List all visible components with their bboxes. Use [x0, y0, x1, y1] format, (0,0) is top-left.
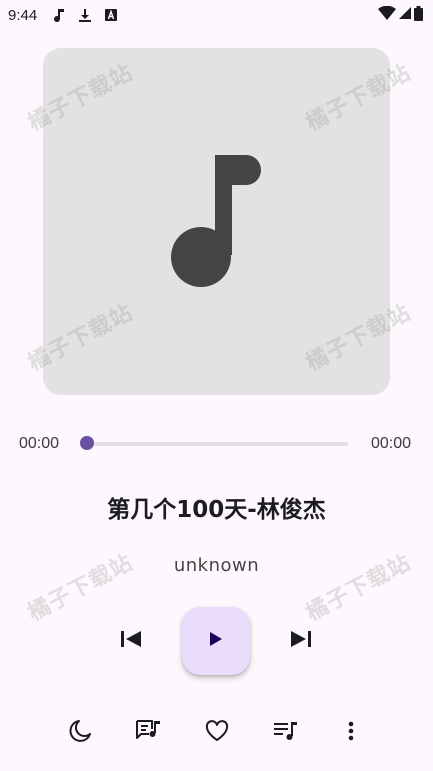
song-title: 第几个100天-林俊杰 — [107, 497, 326, 523]
download-icon — [77, 7, 93, 23]
total-time: 00:00 — [371, 435, 412, 452]
status-bar: 9:44 — [0, 0, 433, 30]
status-time: 9:44 — [8, 6, 38, 24]
signal-icon — [398, 6, 412, 24]
more-options-button[interactable] — [336, 718, 366, 748]
next-button[interactable] — [286, 626, 316, 656]
album-art — [43, 48, 390, 395]
music-note-icon — [170, 153, 263, 291]
playlist-icon — [272, 720, 298, 746]
current-time: 00:00 — [19, 435, 60, 452]
seek-bar[interactable] — [86, 442, 348, 446]
battery-icon — [414, 5, 423, 25]
progress-row: 00:00 00:00 — [0, 430, 433, 458]
seek-thumb[interactable] — [80, 436, 94, 450]
more-options-icon — [348, 721, 354, 745]
sleep-timer-button[interactable] — [66, 718, 96, 748]
previous-button[interactable] — [116, 626, 146, 656]
play-button[interactable] — [182, 607, 250, 675]
lyrics-icon — [135, 718, 163, 748]
sleep-timer-icon — [69, 719, 93, 747]
favorite-icon — [205, 720, 229, 746]
music-note-icon — [51, 7, 67, 23]
artist-name: unknown — [173, 555, 260, 576]
favorite-button[interactable] — [202, 718, 232, 748]
lyrics-button[interactable] — [134, 718, 164, 748]
wifi-icon — [378, 5, 396, 24]
skip-previous-icon — [120, 630, 142, 652]
play-icon — [209, 631, 223, 651]
font-a-icon — [103, 7, 119, 23]
skip-next-icon — [290, 630, 312, 652]
playlist-button[interactable] — [270, 718, 300, 748]
